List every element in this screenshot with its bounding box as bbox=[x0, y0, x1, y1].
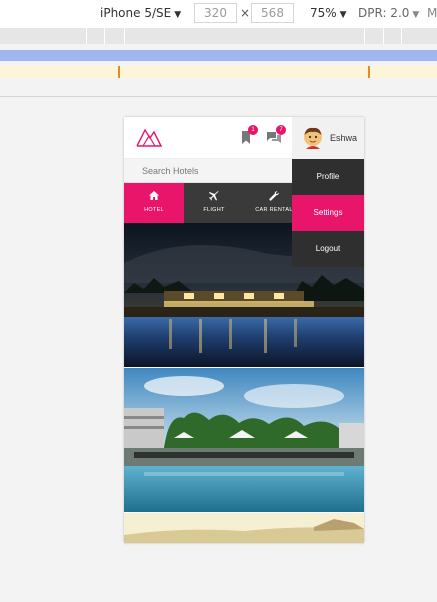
device-name: iPhone 5/SE bbox=[100, 6, 172, 20]
ruler-divider bbox=[364, 28, 365, 44]
tab-flight-label: FLIGHT bbox=[203, 207, 225, 213]
user-name: Eshwa bbox=[330, 133, 358, 143]
phone-viewport: 1 7 Eshwa Search Hotels HOTEL FLIGHT CAR… bbox=[124, 117, 364, 543]
tab-hotel[interactable]: HOTEL bbox=[124, 183, 184, 223]
more-options-label[interactable]: M bbox=[427, 6, 437, 20]
dimension-separator: × bbox=[240, 6, 251, 20]
search-input[interactable] bbox=[142, 162, 282, 180]
dropdown-arrow-icon: ▼ bbox=[412, 10, 420, 20]
max-width-media-bar[interactable] bbox=[0, 50, 437, 61]
ruler-divider bbox=[401, 28, 402, 44]
dropdown-arrow-icon: ▼ bbox=[339, 10, 347, 20]
home-icon bbox=[124, 191, 184, 203]
tab-flight[interactable]: FLIGHT bbox=[184, 183, 244, 223]
hotel-day-pool-image[interactable] bbox=[124, 368, 364, 512]
ruler-divider bbox=[104, 28, 105, 44]
plane-icon bbox=[184, 191, 244, 204]
ruler-divider bbox=[124, 28, 125, 44]
messages-button[interactable]: 7 bbox=[266, 125, 286, 147]
min-width-media-bar[interactable] bbox=[0, 66, 437, 78]
bookmark-button[interactable]: 1 bbox=[238, 125, 258, 147]
zoom-select[interactable]: 75% ▼ bbox=[310, 6, 347, 20]
width-field[interactable]: 320 bbox=[194, 3, 237, 23]
dpr-value: DPR: 2.0 bbox=[358, 6, 410, 20]
messages-badge: 7 bbox=[276, 125, 286, 135]
menu-item-profile[interactable]: Profile bbox=[292, 159, 364, 195]
bookmark-badge: 1 bbox=[248, 125, 258, 135]
user-menu-toggle[interactable]: Eshwa bbox=[292, 117, 364, 159]
dropdown-arrow-icon: ▼ bbox=[174, 10, 182, 20]
toolbar-divider bbox=[0, 96, 437, 97]
logo-icon[interactable] bbox=[136, 127, 162, 147]
media-query-bar[interactable] bbox=[0, 28, 437, 44]
device-select[interactable]: iPhone 5/SE ▼ bbox=[100, 6, 181, 20]
devtools-toolbar: iPhone 5/SE ▼ 320 × 568 75% ▼ DPR: 2.0 ▼ M bbox=[0, 0, 437, 28]
avatar bbox=[304, 127, 322, 149]
ruler-divider bbox=[86, 28, 87, 44]
user-dropdown-menu: Profile Settings Logout bbox=[292, 159, 364, 267]
breakpoint-marker bbox=[368, 66, 370, 78]
menu-item-logout[interactable]: Logout bbox=[292, 231, 364, 267]
height-field[interactable]: 568 bbox=[251, 3, 294, 23]
app-header: 1 7 Eshwa bbox=[124, 117, 364, 159]
hotel-beach-image[interactable] bbox=[124, 513, 364, 543]
dpr-select[interactable]: DPR: 2.0 ▼ bbox=[358, 6, 419, 20]
menu-item-settings[interactable]: Settings bbox=[292, 195, 364, 231]
ruler-divider bbox=[383, 28, 384, 44]
zoom-value: 75% bbox=[310, 6, 337, 20]
breakpoint-marker bbox=[118, 66, 120, 78]
tab-hotel-label: HOTEL bbox=[144, 207, 164, 213]
